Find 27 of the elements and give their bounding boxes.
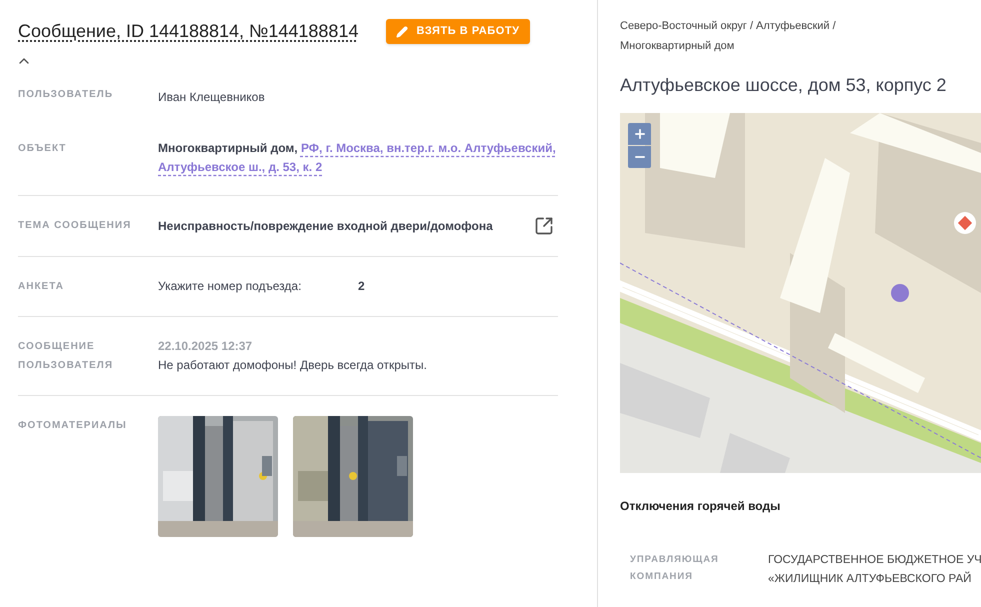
field-label: ПОЛЬЗОВАТЕЛЬ [18,88,114,102]
message-title: Сообщение, ID 144188814, №144188814 [18,20,358,43]
address-link[interactable]: РФ, г. Москва, вн.тер.г. м.о. Алтуфьевский, [300,141,556,155]
section-title: Отключения горячей воды [620,498,782,515]
info-label: УПРАВЛЯЮЩАЯ КОМПАНИЯ [630,553,720,584]
zoom-out-button[interactable] [628,146,651,168]
message-text: Не работают домофоны! Дверь всегда открыты. [158,357,428,374]
zoom-in-button[interactable] [628,123,651,145]
field-label: ТЕМА СООБЩЕНИЯ [18,219,132,233]
message-time: 22.10.2025 12:37 [158,338,254,355]
field-label: ФОТОМАТЕРИАЛЫ [18,419,128,433]
topic-text: Неисправность/повреждение входной двери/домофона [158,218,493,234]
pencil-icon [396,26,408,38]
user-name: Иван Клещевников [158,90,265,104]
field-label: ОБЪЕКТ [18,142,68,156]
info-value: ГОСУДАРСТВЕННОЕ БЮДЖЕТНОЕ УЧ «ЖИЛИЩНИК АЛТУФЬЕВСКОГО РАЙ [768,553,981,587]
open-external-icon[interactable] [534,216,554,236]
survey-answer: 2 [358,278,365,295]
address-link[interactable]: Алтуфьевское ш., д. 53, к. 2 [158,160,322,174]
field-label: СООБЩЕНИЕ ПОЛЬЗОВАТЕЛЯ [18,340,114,373]
take-button[interactable]: ВЗЯТЬ В РАБОТУ [386,19,530,44]
object-address: Многоквартирный дом, РФ, г. Москва, вн.тер.г. м.о. Алтуфьевский, Алтуфьевское ш., д. 53, к. 2 [158,140,557,176]
field-label: АНКЕТА [18,280,65,294]
survey-question: Укажите номер подъезда: [158,278,302,295]
breadcrumb: Северо-Восточный округ / Алтуфьевский / Многоквартирный дом [620,19,837,54]
address-title: Алтуфьевское шоссе, дом 53, корпус 2 [620,74,948,97]
plus-icon [632,127,646,141]
